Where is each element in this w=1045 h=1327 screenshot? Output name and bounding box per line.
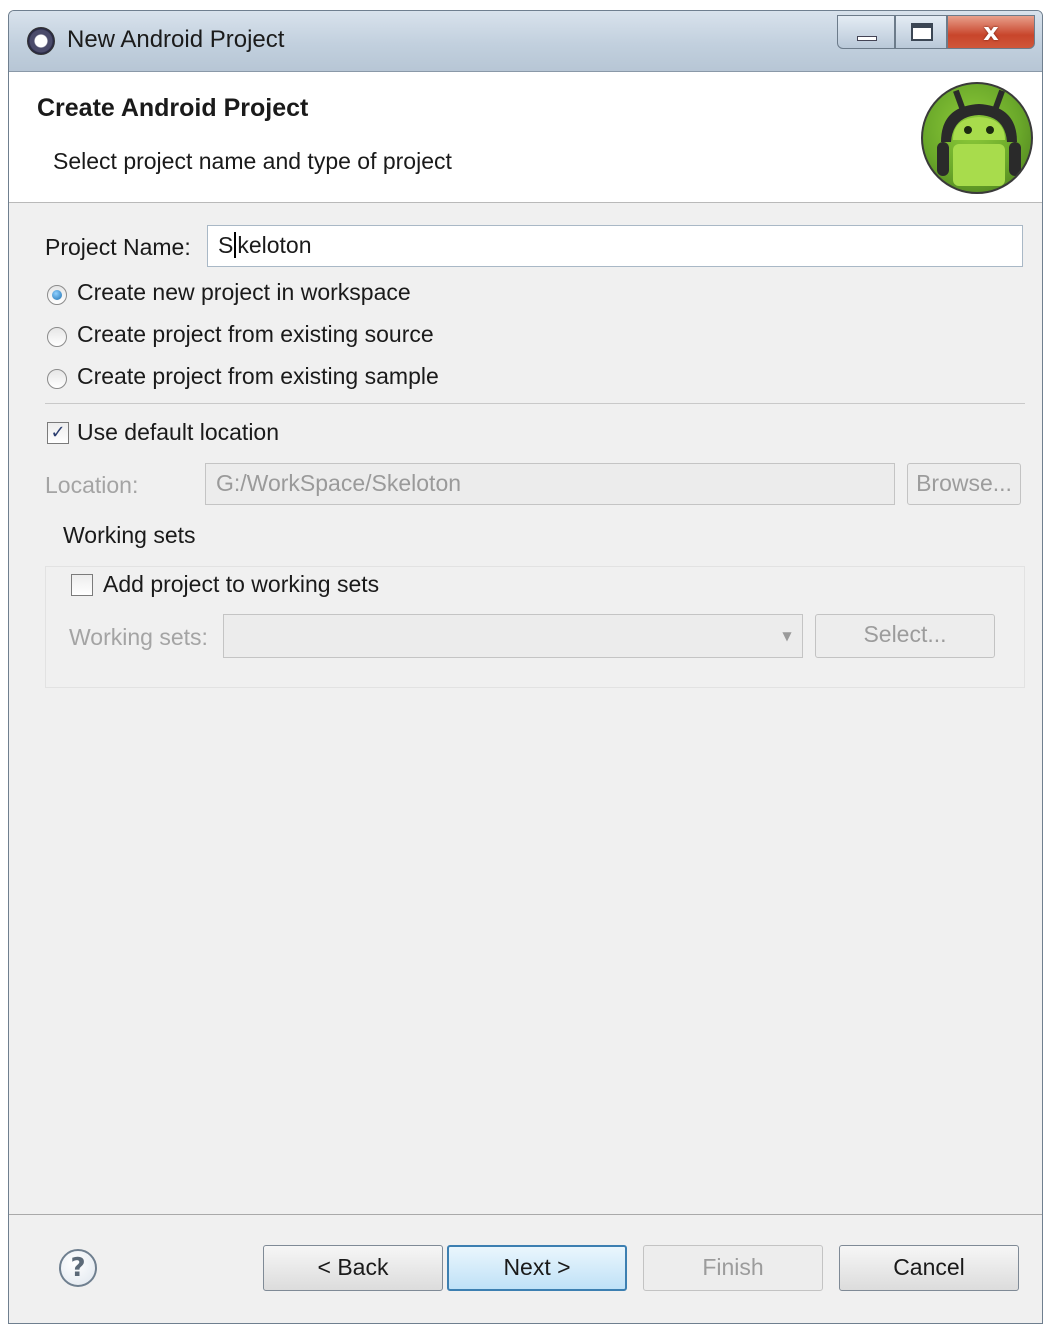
cancel-button[interactable]: Cancel	[839, 1245, 1019, 1291]
radio-create-new-project[interactable]	[47, 285, 67, 305]
use-default-location-label[interactable]: Use default location	[77, 419, 279, 446]
page-subtitle: Select project name and type of project	[53, 148, 452, 174]
use-default-location-checkbox[interactable]: ✓	[47, 422, 69, 444]
radio-label-create-new[interactable]: Create new project in workspace	[77, 279, 411, 306]
radio-existing-sample[interactable]	[47, 369, 67, 389]
radio-label-existing-source[interactable]: Create project from existing source	[77, 321, 434, 348]
android-robot-icon	[937, 89, 1021, 186]
android-logo-icon	[921, 82, 1033, 194]
location-input[interactable]: G:/WorkSpace/Skeloton	[205, 463, 895, 505]
dropdown-arrow-icon: ▼	[782, 629, 792, 643]
minimize-icon	[857, 36, 877, 41]
eclipse-app-icon	[27, 27, 55, 55]
next-button[interactable]: Next >	[447, 1245, 627, 1291]
minimize-button[interactable]	[837, 15, 895, 49]
select-working-sets-button[interactable]: Select...	[815, 614, 995, 658]
project-name-value-start: S	[218, 232, 234, 258]
project-name-label: Project Name:	[45, 234, 191, 260]
title-bar[interactable]: New Android Project x	[9, 11, 1042, 72]
browse-button[interactable]: Browse...	[907, 463, 1021, 505]
radio-label-existing-sample[interactable]: Create project from existing sample	[77, 363, 439, 390]
page-title: Create Android Project	[37, 94, 309, 122]
working-sets-combo[interactable]: ▼	[223, 614, 803, 658]
close-icon: x	[983, 18, 999, 46]
maximize-icon	[911, 23, 933, 41]
maximize-button[interactable]	[895, 15, 947, 49]
window-title: New Android Project	[67, 26, 285, 53]
new-android-project-dialog: New Android Project x Create Android Pro…	[8, 10, 1043, 1324]
help-icon[interactable]: ?	[59, 1249, 97, 1287]
working-sets-group-title: Working sets	[63, 522, 196, 548]
finish-button[interactable]: Finish	[643, 1245, 823, 1291]
add-to-working-sets-label[interactable]: Add project to working sets	[103, 571, 379, 598]
add-to-working-sets-checkbox[interactable]	[71, 574, 93, 596]
working-sets-label: Working sets:	[69, 624, 208, 650]
radio-existing-source[interactable]	[47, 327, 67, 347]
project-name-input[interactable]: Skeloton	[207, 225, 1023, 267]
back-button[interactable]: < Back	[263, 1245, 443, 1291]
close-button[interactable]: x	[947, 15, 1035, 49]
section-divider	[45, 403, 1025, 404]
project-name-value-end: keloton	[237, 232, 312, 258]
footer-divider	[9, 1214, 1042, 1215]
wizard-header: Create Android Project Select project na…	[9, 72, 1042, 203]
location-label: Location:	[45, 472, 139, 498]
